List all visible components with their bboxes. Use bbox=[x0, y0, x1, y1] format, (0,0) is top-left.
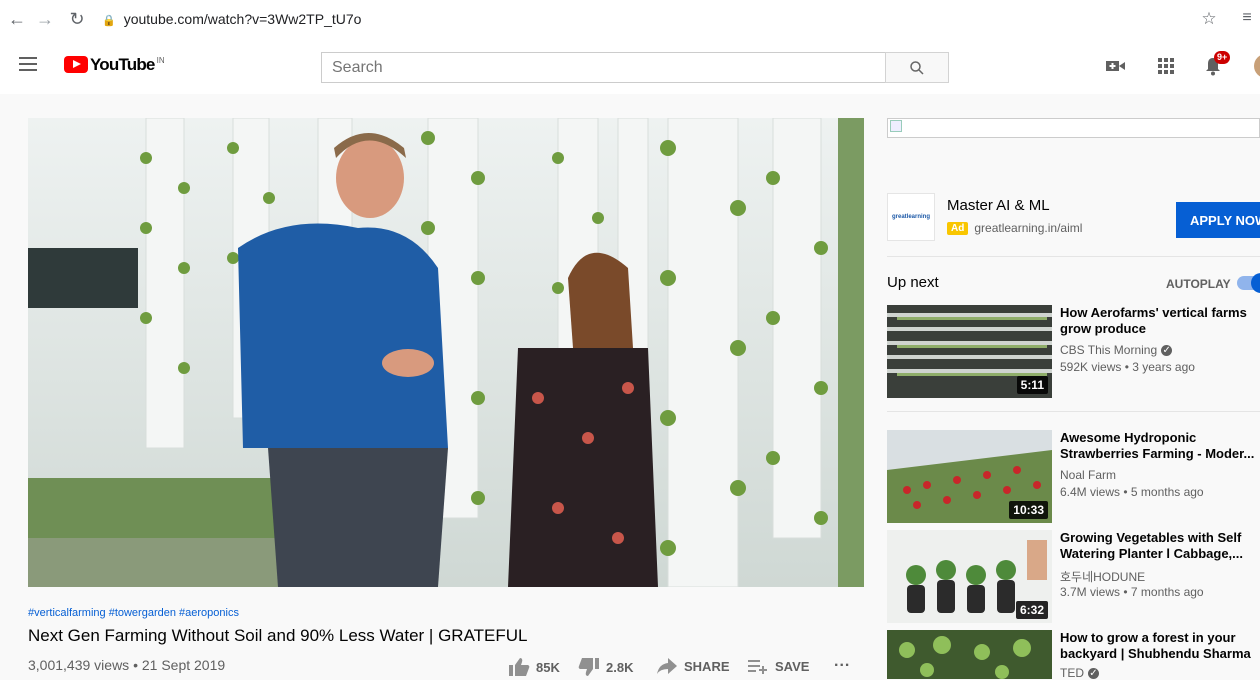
more-actions-button[interactable]: ... bbox=[834, 653, 850, 671]
video-hashtags[interactable]: #verticalfarming #towergarden #aeroponic… bbox=[28, 607, 239, 619]
recommended-video[interactable]: How to grow a forest in your backyard | … bbox=[887, 630, 1260, 680]
channel-name[interactable]: TED bbox=[1060, 666, 1084, 680]
browser-toolbar: ← → ↻ 🔒 youtube.com/watch?v=3Ww2TP_tU7o ☆… bbox=[0, 0, 1260, 38]
ad-info: Ad greatlearning.in/aiml bbox=[947, 221, 1082, 235]
search-icon bbox=[910, 60, 924, 75]
video-thumbnail[interactable]: 6:32 bbox=[887, 530, 1052, 623]
video-thumbnail[interactable]: 10:33 bbox=[887, 430, 1052, 523]
video-duration: 6:32 bbox=[1015, 601, 1048, 619]
url-text: youtube.com/watch?v=3Ww2TP_tU7o bbox=[123, 11, 362, 27]
menu-icon[interactable] bbox=[19, 57, 37, 71]
video-frame bbox=[28, 118, 864, 587]
search-box bbox=[321, 52, 886, 83]
up-next-heading: Up next bbox=[887, 274, 939, 291]
reading-list-icon[interactable]: ≡ bbox=[1236, 9, 1258, 27]
channel-row: TED ✓ bbox=[1060, 666, 1099, 680]
youtube-header: YouTube IN 9+ bbox=[0, 38, 1260, 94]
playlist-add-icon bbox=[748, 660, 767, 674]
ad-logo-text: greatlearning bbox=[891, 214, 930, 220]
channel-row: 호두네HODUNE bbox=[1060, 568, 1145, 585]
save-button[interactable]: SAVE bbox=[747, 657, 809, 675]
save-button-group: SAVE bbox=[747, 657, 809, 675]
ad-url[interactable]: greatlearning.in/aiml bbox=[974, 221, 1082, 235]
channel-row: Noal Farm bbox=[1060, 468, 1116, 482]
recommended-video[interactable]: 6:32 Growing Vegetables with Self Wateri… bbox=[887, 530, 1260, 624]
search-button[interactable] bbox=[885, 52, 949, 83]
broken-image-icon bbox=[890, 120, 902, 132]
like-button[interactable]: 85K bbox=[508, 657, 560, 677]
youtube-logo[interactable]: YouTube IN bbox=[64, 56, 165, 74]
avatar[interactable] bbox=[1254, 54, 1260, 78]
reload-icon[interactable]: ↻ bbox=[66, 9, 88, 30]
ad-banner-image[interactable] bbox=[887, 118, 1260, 138]
video-duration: 10:33 bbox=[1009, 501, 1048, 519]
apps-grid-icon[interactable] bbox=[1154, 54, 1178, 78]
save-label: SAVE bbox=[775, 658, 810, 674]
thumbs-down-icon bbox=[578, 658, 599, 676]
dislike-count: 2.8K bbox=[606, 659, 634, 675]
autoplay-toggle[interactable] bbox=[1237, 273, 1260, 293]
autoplay-label: AUTOPLAY bbox=[1166, 277, 1231, 291]
share-arrow-icon bbox=[657, 658, 677, 674]
channel-name[interactable]: 호두네HODUNE bbox=[1060, 568, 1145, 585]
video-title-line-2: grow produce bbox=[1060, 321, 1146, 336]
video-player[interactable] bbox=[28, 118, 864, 587]
dislike-button-group: 2.8K bbox=[578, 657, 633, 677]
video-title-line-2: Strawberries Farming - Moder... bbox=[1060, 446, 1255, 461]
search-input[interactable] bbox=[322, 53, 885, 82]
logo-wordmark: YouTube bbox=[90, 55, 155, 74]
video-title-line-1: How to grow a forest in your bbox=[1060, 630, 1236, 645]
share-button[interactable]: SHARE bbox=[656, 657, 730, 675]
ad-divider bbox=[887, 256, 1260, 257]
apply-now-button[interactable]: APPLY NOW bbox=[1176, 202, 1260, 238]
video-title: Next Gen Farming Without Soil and 90% Le… bbox=[28, 626, 528, 645]
video-thumbnail[interactable] bbox=[887, 630, 1052, 679]
create-video-icon[interactable] bbox=[1104, 54, 1128, 78]
video-meta: 3,001,439 views • 21 Sept 2019 bbox=[28, 657, 226, 673]
dislike-button[interactable]: 2.8K bbox=[578, 657, 633, 677]
recommended-video[interactable]: 5:11 How Aerofarms' vertical farms grow … bbox=[887, 305, 1260, 399]
youtube-play-icon bbox=[64, 56, 88, 73]
like-count: 85K bbox=[536, 659, 560, 675]
ad-title[interactable]: Master AI & ML bbox=[947, 197, 1050, 214]
rec-divider bbox=[887, 411, 1260, 412]
thumbs-up-icon bbox=[509, 658, 530, 676]
verified-check-icon: ✓ bbox=[1088, 667, 1099, 679]
notification-badge: 9+ bbox=[1214, 51, 1231, 64]
share-button-group: SHARE bbox=[656, 657, 730, 675]
ad-badge: Ad bbox=[947, 221, 969, 235]
video-title-line-1: How Aerofarms' vertical farms bbox=[1060, 305, 1247, 320]
ad-logo[interactable]: greatlearning bbox=[887, 193, 935, 241]
channel-name[interactable]: CBS This Morning bbox=[1060, 343, 1157, 357]
forward-icon[interactable]: → bbox=[34, 9, 56, 30]
video-stats: 3.7M views • 7 months ago bbox=[1060, 585, 1204, 599]
video-title-line-1: Awesome Hydroponic bbox=[1060, 430, 1197, 445]
recommended-video[interactable]: 10:33 Awesome Hydroponic Strawberries Fa… bbox=[887, 430, 1260, 524]
verified-check-icon: ✓ bbox=[1161, 344, 1173, 356]
bookmark-star-icon[interactable]: ☆ bbox=[1198, 9, 1220, 29]
country-code: IN bbox=[156, 56, 165, 65]
like-button-group: 85K bbox=[508, 657, 560, 677]
toggle-knob bbox=[1251, 273, 1260, 293]
channel-row: CBS This Morning ✓ bbox=[1060, 343, 1173, 357]
video-title-line-1: Growing Vegetables with Self bbox=[1060, 530, 1242, 545]
lock-icon: 🔒 bbox=[102, 15, 116, 27]
back-icon[interactable]: ← bbox=[6, 9, 28, 30]
share-label: SHARE bbox=[684, 658, 730, 674]
video-title-line-2: backyard | Shubhendu Sharma bbox=[1060, 646, 1251, 661]
video-duration: 5:11 bbox=[1016, 376, 1048, 394]
channel-name[interactable]: Noal Farm bbox=[1060, 468, 1116, 482]
video-thumbnail[interactable]: 5:11 bbox=[887, 305, 1052, 398]
video-title-line-2: Watering Planter l Cabbage,... bbox=[1060, 546, 1243, 561]
video-stats: 6.4M views • 5 months ago bbox=[1060, 485, 1204, 499]
address-bar[interactable]: 🔒 youtube.com/watch?v=3Ww2TP_tU7o bbox=[102, 11, 361, 27]
video-stats: 592K views • 3 years ago bbox=[1060, 360, 1195, 374]
